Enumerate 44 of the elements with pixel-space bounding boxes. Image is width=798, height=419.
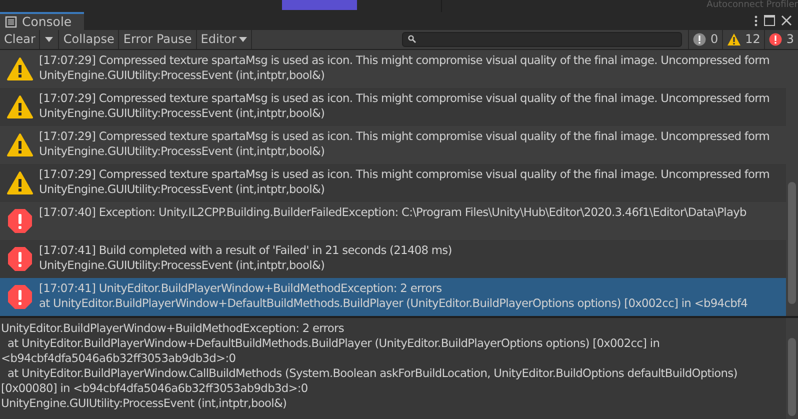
- warning-icon: [7, 56, 33, 81]
- error-icon: [7, 208, 33, 234]
- error-icon: [769, 32, 782, 46]
- stack-trace-line: UnityEngine.GUIUtility:ProcessEvent (int,intptr,bool&): [1, 396, 288, 411]
- error-icon: [7, 246, 33, 272]
- log-entry[interactable]: [17:07:29] Compressed texture spartaMsg is used as icon. This might compromise visual quality of the final image. Uncompressed form UnityEngine.GUIUtility:ProcessEvent (int,intptr,bool&): [0, 126, 786, 164]
- stack-trace-line: <b94cbf4dfa5046a6b32ff3053ab9db3d>:0: [1, 350, 237, 366]
- close-icon[interactable]: [781, 15, 792, 26]
- log-entry[interactable]: [17:07:40] Exception: Unity.IL2CPP.Building.BuilderFailedException: C:\Program Files\Unity\Hub\Editor\2020.3.46f1\Editor\Data\Playb: [0, 202, 786, 240]
- error-icon: [7, 284, 33, 310]
- warning-icon: [7, 94, 33, 119]
- log-text: UnityEngine.GUIUtility:ProcessEvent (int,intptr,bool&): [39, 68, 326, 83]
- stack-trace-line: at UnityEditor.BuildPlayerWindow+DefaultBuildMethods.BuildPlayer (UnityEditor.BuildPlayerOptions options) [0x002cc] in: [6, 336, 661, 351]
- info-icon: [693, 32, 706, 46]
- warning-icon: [7, 132, 33, 157]
- log-entry[interactable]: [17:07:41] UnityEditor.BuildPlayerWindow+BuildMethodException: 2 errors at UnityEditor.BuildPlayerWindow+DefaultBuildMethods.BuildPlayer (UnityEditor.BuildPlayerOptions options) [0x002cc] in <b94cbf4: [0, 278, 786, 316]
- caret-icon: [45, 36, 54, 42]
- log-text: [17:07:29] Compressed texture spartaMsg is used as icon. This might compromise visual quality of the final image. Uncompressed form: [39, 52, 770, 68]
- stack-trace-line: [0x00080] in <b94cbf4dfa5046a6b32ff3053ab9db3d>:0: [1, 380, 309, 396]
- more-icon[interactable]: [754, 14, 758, 27]
- warning-icon: [7, 170, 33, 195]
- search-icon: [408, 35, 416, 44]
- log-text: UnityEngine.GUIUtility:ProcessEvent (int,intptr,bool&): [39, 144, 326, 159]
- search-field[interactable]: [402, 32, 682, 47]
- log-text: [17:07:29] Compressed texture spartaMsg is used as icon. This might compromise visual quality of the final image. Uncompressed form: [39, 128, 770, 144]
- stack-trace-line: at UnityEditor.BuildPlayerWindow.CallBuildMethods (System.Boolean askForBuildLocation, UnityEditor.BuildOptions defaultBuildOptions): [6, 366, 738, 381]
- stack-trace-line: UnityEditor.BuildPlayerWindow+BuildMethodException: 2 errors: [1, 320, 345, 336]
- list-icon: [5, 16, 17, 28]
- log-entry[interactable]: [17:07:29] Compressed texture spartaMsg is used as icon. This might compromise visual quality of the final image. Uncompressed form UnityEngine.GUIUtility:ProcessEvent (int,intptr,bool&): [0, 50, 786, 88]
- log-text: UnityEngine.GUIUtility:ProcessEvent (int,intptr,bool&): [39, 258, 326, 273]
- log-text: UnityEngine.GUIUtility:ProcessEvent (int,intptr,bool&): [39, 106, 326, 121]
- scrollbar[interactable]: [786, 50, 798, 316]
- log-text: [17:07:29] Compressed texture spartaMsg is used as icon. This might compromise visual quality of the final image. Uncompressed form: [39, 90, 770, 106]
- log-text: [17:07:41] UnityEditor.BuildPlayerWindow+BuildMethodException: 2 errors: [39, 280, 443, 296]
- caret-icon: [239, 36, 248, 42]
- console-tab[interactable]: Console: [0, 12, 84, 30]
- log-text: [17:07:40] Exception: Unity.IL2CPP.Building.BuilderFailedException: C:\Program Files\Unity\Hub\Editor\2020.3.46f1\Editor\Data\Playb: [39, 204, 746, 220]
- log-text: [17:07:41] Build completed with a result of 'Failed' in 21 seconds (21408 ms): [39, 242, 452, 258]
- log-text: UnityEngine.GUIUtility:ProcessEvent (int,intptr,bool&): [39, 182, 326, 197]
- maximize-icon[interactable]: [764, 15, 775, 26]
- log-text: at UnityEditor.BuildPlayerWindow+DefaultBuildMethods.BuildPlayer (UnityEditor.BuildPlayerOptions options) [0x002cc] in <b94cbf4: [39, 296, 748, 311]
- warning-icon: [727, 32, 742, 46]
- log-text: [17:07:29] Compressed texture spartaMsg is used as icon. This might compromise visual quality of the final image. Uncompressed form: [39, 166, 770, 182]
- scrollbar[interactable]: [786, 318, 798, 419]
